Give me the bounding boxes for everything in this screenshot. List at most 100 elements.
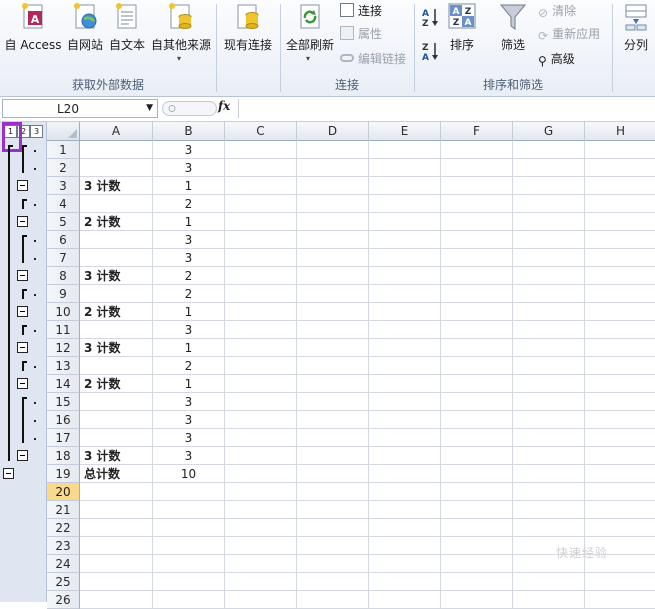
cell-f[interactable] <box>441 465 513 483</box>
cell-b[interactable] <box>153 483 225 501</box>
column-header-f[interactable]: F <box>441 122 513 141</box>
cell-e[interactable] <box>369 231 441 249</box>
cell-f[interactable] <box>441 375 513 393</box>
cell-b[interactable]: 2 <box>153 285 225 303</box>
cell-d[interactable] <box>297 429 369 447</box>
cell-e[interactable] <box>369 555 441 573</box>
cell-f[interactable] <box>441 429 513 447</box>
cell-f[interactable] <box>441 177 513 195</box>
cell-f[interactable] <box>441 411 513 429</box>
cell-g[interactable] <box>513 339 585 357</box>
cell-f[interactable] <box>441 231 513 249</box>
row-header[interactable]: 26 <box>47 591 80 609</box>
cell-d[interactable] <box>297 555 369 573</box>
cell-e[interactable] <box>369 591 441 609</box>
from-access-button[interactable]: A 自 Access <box>4 0 62 74</box>
cell-d[interactable] <box>297 573 369 591</box>
cell-d[interactable] <box>297 177 369 195</box>
cell-h[interactable] <box>585 393 655 411</box>
column-header-b[interactable]: B <box>153 122 225 141</box>
cell-f[interactable] <box>441 141 513 159</box>
text-to-columns-button[interactable]: 分列 <box>616 0 655 74</box>
cell-d[interactable] <box>297 303 369 321</box>
row-header[interactable]: 15 <box>47 393 80 411</box>
cell-c[interactable] <box>225 573 297 591</box>
row-header[interactable]: 16 <box>47 411 80 429</box>
cell-d[interactable] <box>297 537 369 555</box>
outline-collapse-group-button[interactable] <box>17 342 28 353</box>
cell-d[interactable] <box>297 195 369 213</box>
cell-a[interactable] <box>80 393 153 411</box>
cell-d[interactable] <box>297 591 369 609</box>
cell-f[interactable] <box>441 555 513 573</box>
cell-h[interactable] <box>585 375 655 393</box>
row-header[interactable]: 7 <box>47 249 80 267</box>
name-box[interactable]: L20 ▼ <box>2 99 158 118</box>
cell-a[interactable] <box>80 537 153 555</box>
cell-d[interactable] <box>297 231 369 249</box>
cell-a[interactable]: 总计数 <box>80 465 153 483</box>
cell-c[interactable] <box>225 303 297 321</box>
reapply-filter-button[interactable]: ⟳ 重新应用 <box>538 25 600 43</box>
row-header[interactable]: 10 <box>47 303 80 321</box>
sort-descending-button[interactable]: Z A <box>420 40 442 63</box>
cell-b[interactable]: 3 <box>153 411 225 429</box>
cell-b[interactable]: 1 <box>153 303 225 321</box>
cell-c[interactable] <box>225 177 297 195</box>
cell-f[interactable] <box>441 213 513 231</box>
cell-d[interactable] <box>297 483 369 501</box>
cell-h[interactable] <box>585 213 655 231</box>
cell-b[interactable]: 3 <box>153 141 225 159</box>
cell-a[interactable] <box>80 555 153 573</box>
cell-d[interactable] <box>297 411 369 429</box>
cell-h[interactable] <box>585 303 655 321</box>
cell-h[interactable] <box>585 321 655 339</box>
cell-d[interactable] <box>297 501 369 519</box>
cell-e[interactable] <box>369 537 441 555</box>
cell-g[interactable] <box>513 159 585 177</box>
cell-g[interactable] <box>513 231 585 249</box>
cell-e[interactable] <box>369 465 441 483</box>
cell-g[interactable] <box>513 573 585 591</box>
cell-c[interactable] <box>225 537 297 555</box>
cell-e[interactable] <box>369 159 441 177</box>
cell-c[interactable] <box>225 249 297 267</box>
cell-f[interactable] <box>441 285 513 303</box>
cell-e[interactable] <box>369 357 441 375</box>
row-header[interactable]: 2 <box>47 159 80 177</box>
cell-h[interactable] <box>585 465 655 483</box>
cell-g[interactable] <box>513 519 585 537</box>
cell-f[interactable] <box>441 591 513 609</box>
cell-a[interactable] <box>80 231 153 249</box>
cell-g[interactable] <box>513 591 585 609</box>
outline-collapse-group-button[interactable] <box>17 450 28 461</box>
cell-d[interactable] <box>297 393 369 411</box>
name-box-dropdown-icon[interactable]: ▼ <box>146 103 153 113</box>
cell-g[interactable] <box>513 177 585 195</box>
cell-a[interactable] <box>80 195 153 213</box>
cell-d[interactable] <box>297 249 369 267</box>
cell-g[interactable] <box>513 303 585 321</box>
cell-c[interactable] <box>225 213 297 231</box>
cell-b[interactable] <box>153 591 225 609</box>
cell-f[interactable] <box>441 519 513 537</box>
row-header[interactable]: 11 <box>47 321 80 339</box>
from-other-sources-button[interactable]: 自其他来源 ▾ <box>148 0 214 74</box>
cell-b[interactable]: 3 <box>153 159 225 177</box>
refresh-all-button[interactable]: 全部刷新 ▾ <box>284 0 336 74</box>
cell-h[interactable] <box>585 159 655 177</box>
cell-c[interactable] <box>225 141 297 159</box>
edit-links-button[interactable]: 编辑链接 <box>340 50 406 68</box>
cell-a[interactable] <box>80 483 153 501</box>
cell-d[interactable] <box>297 339 369 357</box>
cell-b[interactable] <box>153 573 225 591</box>
cell-e[interactable] <box>369 411 441 429</box>
row-header[interactable]: 3 <box>47 177 80 195</box>
outline-collapse-group-button[interactable] <box>17 270 28 281</box>
insert-function-button[interactable]: fx <box>218 99 230 113</box>
cell-f[interactable] <box>441 195 513 213</box>
cell-g[interactable] <box>513 447 585 465</box>
column-header-g[interactable]: G <box>513 122 585 141</box>
cell-c[interactable] <box>225 591 297 609</box>
row-header[interactable]: 19 <box>47 465 80 483</box>
